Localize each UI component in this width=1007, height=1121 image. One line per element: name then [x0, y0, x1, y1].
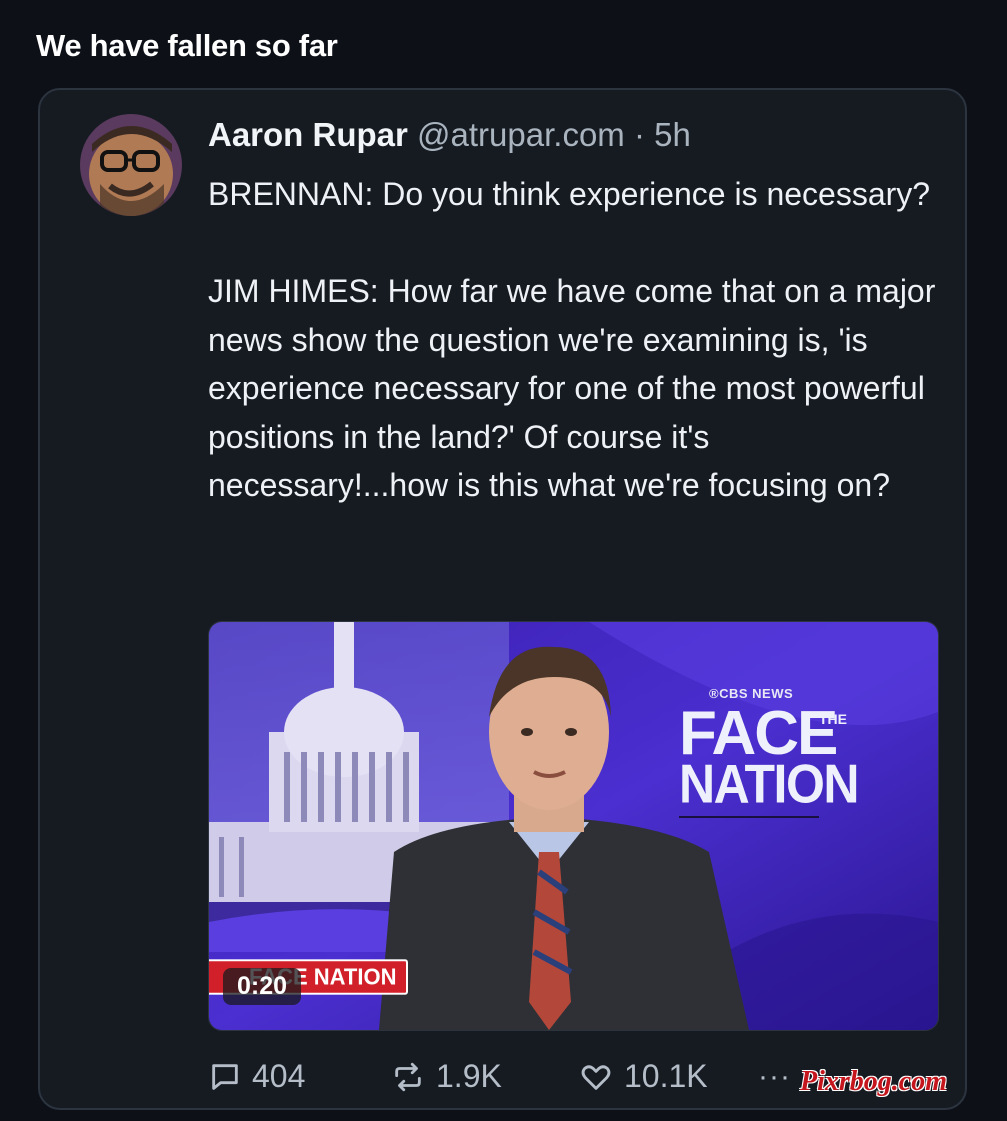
- like-button[interactable]: 10.1K: [578, 1058, 758, 1095]
- body-paragraph: JIM HIMES: How far we have come that on …: [208, 273, 936, 503]
- reply-icon: [212, 1063, 238, 1090]
- show-title: FACE THE NATION: [679, 703, 859, 815]
- reply-button[interactable]: 404: [208, 1058, 390, 1095]
- more-options-button[interactable]: ···: [758, 1060, 791, 1094]
- quoted-post-card[interactable]: Aaron Rupar @atrupar.com · 5h BRENNAN: D…: [38, 88, 967, 1110]
- watermark: Pixrbog.com: [800, 1066, 947, 1097]
- author-handle[interactable]: @atrupar.com: [417, 116, 625, 153]
- repost-icon: [395, 1062, 421, 1091]
- action-bar: 404 1.9K 10.1K ···: [208, 1058, 791, 1095]
- show-title-line2: NATION: [679, 752, 859, 815]
- timestamp[interactable]: 5h: [654, 116, 691, 153]
- show-title-the: THE: [819, 711, 847, 727]
- video-overlay: ®CBS NEWS FACE THE NATION FACE NATION 0:…: [209, 622, 938, 1030]
- body-paragraph: BRENNAN: Do you think experience is nece…: [208, 176, 931, 212]
- repost-button[interactable]: 1.9K: [390, 1058, 578, 1095]
- post-header: Aaron Rupar @atrupar.com · 5h: [208, 116, 691, 154]
- video-duration: 0:20: [223, 968, 302, 1005]
- repost-count: 1.9K: [436, 1058, 502, 1094]
- post-body: BRENNAN: Do you think experience is nece…: [208, 170, 948, 510]
- reply-count: 404: [252, 1058, 306, 1094]
- author-name[interactable]: Aaron Rupar: [208, 116, 408, 153]
- separator: ·: [633, 116, 645, 153]
- like-icon: [581, 1064, 611, 1090]
- like-count: 10.1K: [624, 1058, 708, 1094]
- video-player[interactable]: ®CBS NEWS FACE THE NATION FACE NATION 0:…: [208, 621, 939, 1031]
- post-text: We have fallen so far: [36, 28, 338, 63]
- avatar[interactable]: [80, 114, 182, 216]
- more-icon: ···: [758, 1059, 791, 1093]
